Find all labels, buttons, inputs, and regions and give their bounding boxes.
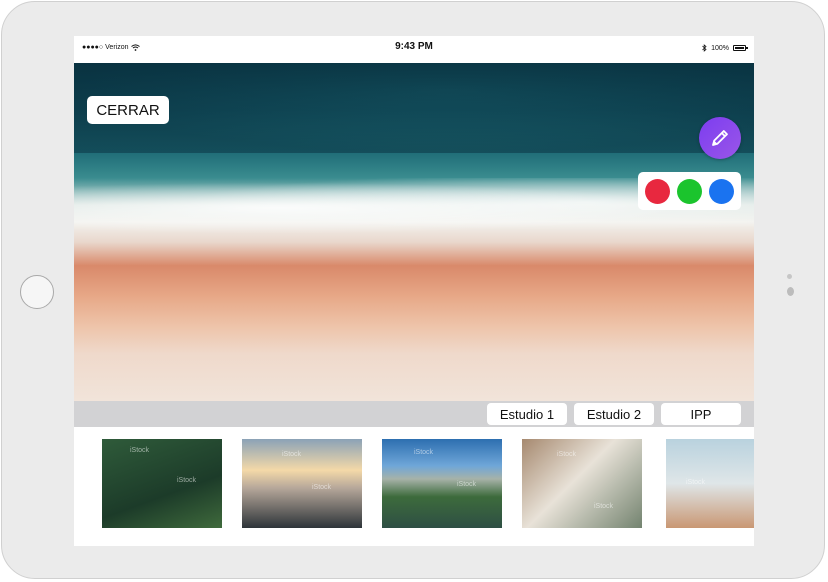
screen: ●●●●○ Verizon 9:43 PM 100% CERRAR Estudi…	[74, 36, 754, 546]
pen-button[interactable]	[699, 117, 741, 159]
main-photo[interactable]: CERRAR	[74, 63, 754, 401]
swatch-blue[interactable]	[709, 178, 735, 204]
home-button[interactable]	[20, 275, 54, 309]
pencil-icon	[712, 130, 728, 146]
thumbnail-waterfall-rappel[interactable]: iStock iStock	[102, 439, 222, 528]
thumbnail-watermark: iStock	[557, 451, 577, 458]
status-bar: ●●●●○ Verizon 9:43 PM 100%	[74, 36, 754, 63]
thumbnail-mountain-valley[interactable]: iStock iStock	[382, 439, 502, 528]
battery-percent: 100%	[711, 44, 729, 52]
thumbnail-watermark: iStock	[177, 477, 197, 484]
tab-strip: Estudio 1 Estudio 2 IPP	[74, 401, 754, 427]
close-button[interactable]: CERRAR	[87, 96, 169, 124]
swatch-green[interactable]	[676, 178, 702, 204]
swatch-red[interactable]	[644, 178, 670, 204]
thumbnail-aviator-child[interactable]: iStock	[666, 439, 754, 528]
battery-icon	[733, 45, 748, 51]
thumbnail-watermark: iStock	[457, 481, 477, 488]
thumbnail-watermark: iStock	[130, 447, 150, 454]
status-right: 100%	[702, 44, 748, 52]
tab-ipp[interactable]: IPP	[661, 403, 741, 425]
color-picker	[638, 172, 741, 210]
bluetooth-icon	[702, 44, 707, 52]
thumbnail-watermark: iStock	[686, 479, 706, 486]
status-time: 9:43 PM	[395, 41, 433, 52]
thumbnail-watermark: iStock	[414, 449, 434, 456]
thumbnail-strip: iStock iStock iStock iStock iStock iStoc…	[74, 427, 754, 546]
thumbnail-watermark: iStock	[594, 503, 614, 510]
tab-estudio-1[interactable]: Estudio 1	[487, 403, 567, 425]
tab-estudio-2[interactable]: Estudio 2	[574, 403, 654, 425]
sensor-dot	[787, 287, 794, 296]
thumbnail-helping-hand[interactable]: iStock iStock	[522, 439, 642, 528]
thumbnail-watermark: iStock	[282, 451, 302, 458]
camera-dot	[787, 274, 792, 279]
thumbnail-sailboat-sunset[interactable]: iStock iStock	[242, 439, 362, 528]
thumbnail-watermark: iStock	[312, 484, 332, 491]
ocean-shade	[74, 63, 754, 153]
